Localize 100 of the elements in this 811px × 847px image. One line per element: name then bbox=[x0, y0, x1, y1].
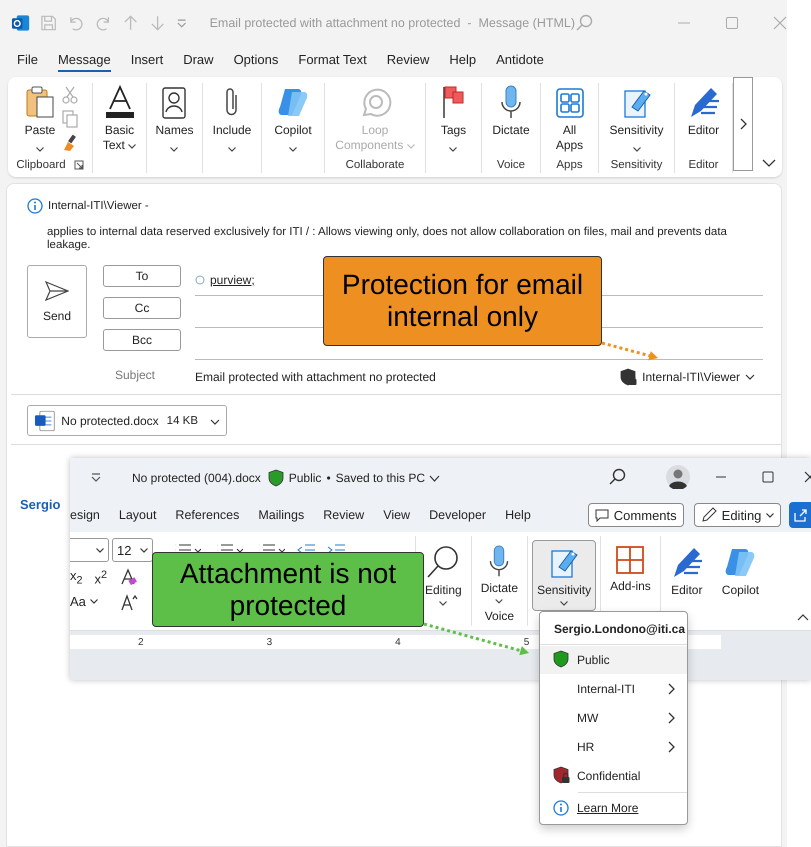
ribbon-tab[interactable]: esign bbox=[70, 508, 100, 522]
group-label: Clipboard bbox=[16, 159, 66, 171]
recipient-button[interactable]: Bcc bbox=[103, 329, 181, 351]
avatar-icon[interactable] bbox=[666, 464, 690, 488]
chevron-down-icon[interactable] bbox=[429, 475, 440, 482]
ribbon-button[interactable]: Dictate bbox=[476, 540, 524, 609]
sensitivity-menu-item[interactable]: Confidential bbox=[540, 762, 687, 790]
ribbon-button[interactable]: Copilot bbox=[716, 540, 764, 604]
ribbon-button[interactable]: Add-ins bbox=[605, 540, 656, 604]
ribbon-tab[interactable]: Format Text bbox=[298, 48, 367, 72]
maximize-icon[interactable] bbox=[762, 470, 774, 482]
sensitivity-label-button[interactable]: Internal-ITI\Viewer bbox=[619, 368, 755, 386]
paintbrush-icon[interactable] bbox=[62, 134, 78, 152]
highlighter-icon[interactable] bbox=[119, 568, 138, 586]
search-icon[interactable] bbox=[608, 468, 626, 486]
callout-tooltip: Attachment is not protected bbox=[152, 552, 424, 627]
font-size-field[interactable]: 12 bbox=[112, 538, 153, 562]
sensitivity-description: applies to internal data reserved exclusively for ITI / : Allows viewing only, does not allow collaboration on files, mail and prevents data leakage. bbox=[47, 226, 728, 252]
ribbon-button[interactable]: Paste bbox=[22, 83, 58, 157]
letter-bar-icon bbox=[104, 85, 136, 119]
pencil-icon bbox=[700, 507, 717, 523]
chevron-right-icon bbox=[668, 683, 675, 695]
ribbon-button[interactable]: Names bbox=[152, 83, 196, 157]
attachment-chip[interactable]: No protected.docx 14 KB bbox=[27, 405, 227, 436]
superscript-button[interactable]: x$^{2}$ bbox=[94, 568, 108, 586]
customize-caret-icon[interactable] bbox=[90, 470, 102, 482]
ribbon-tab[interactable]: Mailings bbox=[258, 508, 304, 522]
subscript-button[interactable]: x$_{2}$ bbox=[70, 568, 83, 587]
recipient-link[interactable]: purview; bbox=[210, 272, 255, 286]
ribbon-tab[interactable]: Antidote bbox=[496, 48, 544, 72]
chevron-down-icon bbox=[210, 418, 220, 424]
sensitivity-menu-item[interactable]: HR bbox=[540, 733, 687, 761]
ribbon-tab[interactable]: File bbox=[17, 48, 38, 72]
ribbon-button[interactable]: All Apps bbox=[552, 83, 586, 157]
share-button[interactable] bbox=[789, 502, 811, 528]
collapse-ribbon-icon[interactable] bbox=[797, 613, 809, 621]
ribbon-tab[interactable]: Help bbox=[449, 48, 476, 72]
ribbon-tab[interactable]: Options bbox=[234, 48, 278, 72]
ribbon-button[interactable]: Dictate bbox=[489, 83, 533, 157]
recipient-button[interactable]: To bbox=[103, 265, 181, 287]
change-case-button[interactable]: Aa bbox=[70, 594, 98, 610]
ribbon-tab[interactable]: Layout bbox=[118, 508, 156, 522]
send-button[interactable]: Send bbox=[27, 265, 87, 338]
ribbon-tab[interactable]: Help bbox=[505, 508, 531, 522]
ribbon-tab[interactable]: Review bbox=[323, 508, 364, 522]
ribbon-button[interactable]: Sensitivity bbox=[532, 540, 596, 611]
ribbon-button[interactable]: Sensitivity bbox=[606, 83, 667, 157]
ribbon-button[interactable]: Tags bbox=[438, 83, 470, 157]
title-separator: • bbox=[326, 471, 331, 485]
dotted-arrow bbox=[602, 342, 658, 360]
ribbon-tab[interactable]: Insert bbox=[130, 48, 164, 72]
window-title: Email protected with attachment no protected - Message (HTML) bbox=[210, 16, 576, 30]
ribbon-button[interactable]: Include bbox=[210, 83, 254, 157]
font-name-field[interactable] bbox=[70, 538, 109, 562]
dialog-launcher-icon[interactable] bbox=[74, 160, 84, 170]
ruler-number: 5 bbox=[524, 636, 530, 648]
caret-icon bbox=[288, 147, 297, 152]
sensitivity-menu-item[interactable]: MW bbox=[540, 704, 687, 732]
caret-icon bbox=[228, 147, 236, 152]
collapse-chevron-icon[interactable] bbox=[762, 159, 776, 168]
ribbon-tab[interactable]: View bbox=[383, 508, 410, 522]
callout-tooltip: Protection for email internal only bbox=[323, 256, 602, 346]
info-icon bbox=[27, 198, 43, 214]
caret-icon bbox=[36, 147, 44, 152]
document-title: No protected (004).docx bbox=[132, 471, 261, 485]
ribbon-tab[interactable]: Message bbox=[58, 48, 111, 72]
ribbon-scroll-button[interactable] bbox=[733, 77, 753, 171]
microphone-icon bbox=[498, 85, 523, 119]
ribbon-tab[interactable]: Developer bbox=[429, 508, 486, 522]
chevron-down-icon bbox=[745, 374, 755, 380]
word-document-icon bbox=[34, 410, 56, 432]
group-label: Sensitivity bbox=[610, 159, 662, 171]
caret-icon bbox=[632, 147, 640, 152]
outlook-logo-icon[interactable] bbox=[11, 12, 30, 32]
ribbon-button[interactable]: Basic Text bbox=[96, 83, 144, 157]
chevron-right-icon bbox=[668, 741, 675, 753]
recipient-button[interactable]: Cc bbox=[103, 297, 181, 319]
caret-icon bbox=[90, 599, 98, 604]
subject-label: Subject bbox=[114, 367, 156, 384]
grow-font-icon[interactable] bbox=[120, 592, 138, 611]
learn-more-link[interactable]: Learn More bbox=[540, 794, 687, 822]
sensitivity-label: Public bbox=[288, 471, 322, 485]
caret-icon bbox=[406, 144, 415, 150]
chevron-right-icon bbox=[668, 712, 675, 724]
chevron-right-icon bbox=[740, 118, 746, 130]
ribbon-button[interactable]: Editor bbox=[664, 540, 709, 604]
ribbon-tab[interactable]: Draw bbox=[183, 48, 214, 72]
ribbon-tab[interactable]: Review bbox=[386, 48, 430, 72]
editing-mode-button[interactable]: Editing bbox=[694, 503, 782, 527]
comments-button[interactable]: Comments bbox=[588, 503, 684, 527]
sensitivity-menu-item[interactable]: Public bbox=[540, 646, 687, 674]
app-grid-icon bbox=[554, 87, 584, 119]
ribbon-tab[interactable]: References bbox=[175, 508, 240, 522]
ribbon-button[interactable]: Editor bbox=[684, 83, 724, 157]
magnifier-icon bbox=[426, 545, 460, 579]
subject-field[interactable]: Email protected with attachment no protected bbox=[195, 370, 436, 384]
sensitivity-info-title: Internal-ITI\Viewer - bbox=[48, 200, 149, 212]
ribbon-button[interactable]: Copilot bbox=[271, 83, 315, 157]
sensitivity-menu-item[interactable]: Internal-ITI bbox=[540, 675, 687, 703]
group-label: Apps bbox=[556, 159, 583, 171]
